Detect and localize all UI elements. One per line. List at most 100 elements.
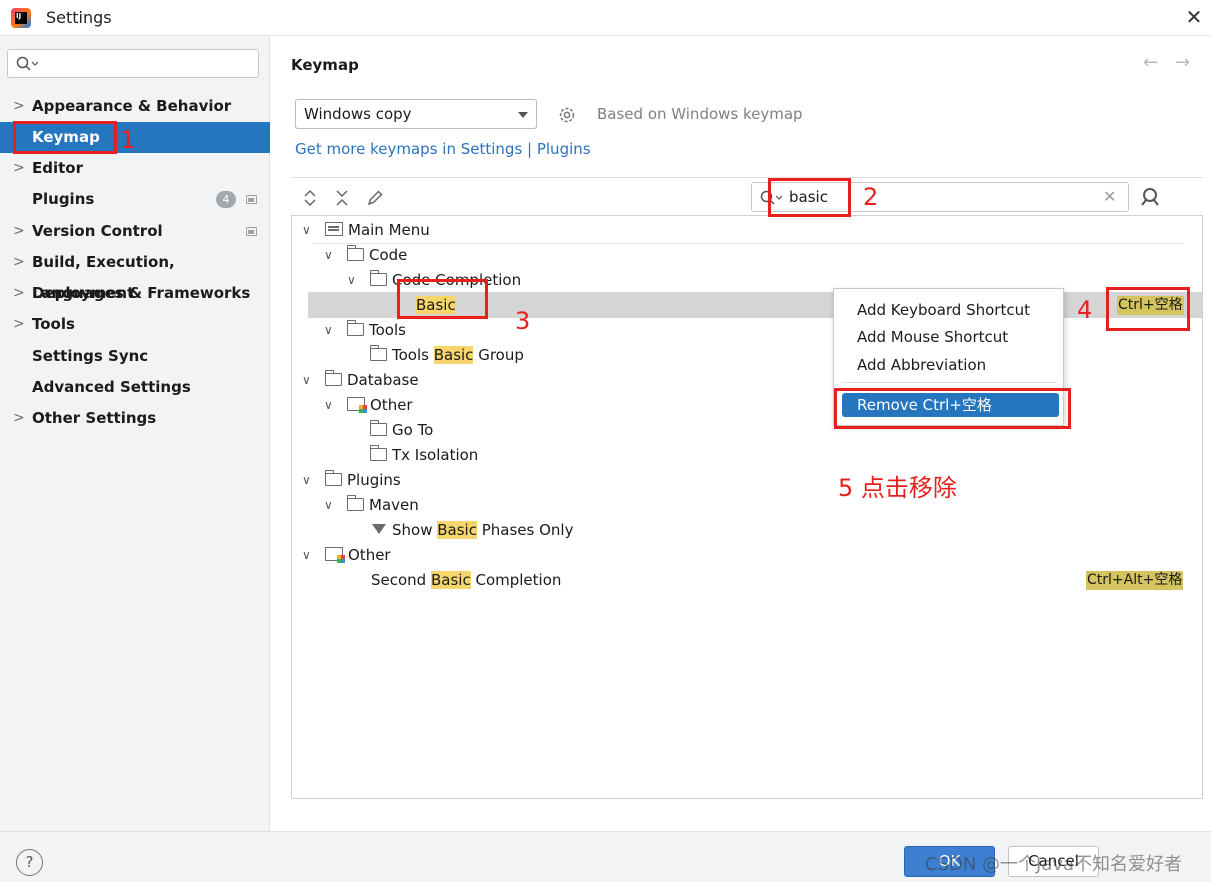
chevron-right-icon: > <box>13 160 25 176</box>
second-basic-shortcut-badge: Ctrl+Alt+空格 <box>1086 571 1184 590</box>
get-more-keymaps-link[interactable]: Get more keymaps in Settings | Plugins <box>295 140 591 158</box>
chevron-right-icon: > <box>13 410 25 426</box>
tree-node-label: Tx Isolation <box>392 446 479 464</box>
tree-node-show-basic-phases[interactable]: Show Basic Phases Only <box>372 518 573 543</box>
tree-node-label: Other <box>348 546 391 564</box>
tree-node-label: Code <box>369 246 408 264</box>
folder-icon <box>346 495 364 511</box>
sidebar-item-settings-sync[interactable]: Settings Sync <box>0 341 270 372</box>
tree-node-maven[interactable]: ∨ Maven <box>324 493 419 518</box>
edit-pencil-icon[interactable] <box>365 188 385 208</box>
tree-node-tools-basic-group[interactable]: Tools Basic Group <box>369 343 524 368</box>
chevron-down-icon: ∨ <box>324 398 333 412</box>
clear-search-icon[interactable]: ✕ <box>1103 187 1116 206</box>
tree-node-other[interactable]: ∨ Other <box>302 543 391 568</box>
sidebar-item-label: Editor <box>32 159 83 177</box>
match-highlight: Basic <box>433 346 474 364</box>
sidebar-item-label: Tools <box>32 315 75 333</box>
back-arrow-icon[interactable]: ← <box>1143 52 1158 73</box>
plugin-group-icon <box>347 397 367 413</box>
forward-arrow-icon[interactable]: → <box>1175 52 1190 73</box>
keymap-panel: Keymap ← → Windows copy Based on Windows… <box>271 36 1211 831</box>
tree-node-second-basic-completion[interactable]: Second Basic Completion <box>371 568 561 593</box>
chevron-down-icon: ∨ <box>302 373 311 387</box>
title-bar: IJ Settings ✕ <box>0 0 1211 36</box>
filter-icon <box>372 524 386 534</box>
sidebar-item-plugins[interactable]: Plugins 4 <box>0 184 270 215</box>
menu-item-add-mouse-shortcut[interactable]: Add Mouse Shortcut <box>857 328 1008 346</box>
tree-node-label: Database <box>347 371 419 389</box>
dialog-footer: ? OK Cancel CSDN @一个Java不知名爱好者 <box>0 831 1211 882</box>
tree-node-plugins[interactable]: ∨ Plugins <box>302 468 401 493</box>
chevron-right-icon: > <box>13 285 25 301</box>
tree-node-database[interactable]: ∨ Database <box>302 368 419 393</box>
tree-node-label: Tools <box>392 346 434 364</box>
match-highlight: Basic <box>430 571 471 589</box>
sidebar-item-label: Appearance & Behavior <box>32 97 232 115</box>
chevron-right-icon: > <box>13 223 25 239</box>
page-title: Keymap <box>291 56 359 74</box>
folder-icon <box>324 470 342 486</box>
tree-node-go-to[interactable]: Go To <box>369 418 433 443</box>
project-settings-icon <box>246 195 257 204</box>
chevron-down-icon: ∨ <box>302 223 311 237</box>
tree-node-main-menu[interactable]: ∨ Main Menu <box>302 218 430 243</box>
toolbar-divider <box>291 177 1203 178</box>
plugin-group-icon <box>325 547 345 563</box>
annotation-box-keymap <box>13 121 117 154</box>
folder-icon <box>369 445 387 461</box>
sidebar-item-advanced[interactable]: Advanced Settings <box>0 372 270 403</box>
annotation-number-4: 4 <box>1077 296 1093 324</box>
keymap-select-value: Windows copy <box>304 105 412 123</box>
annotation-number-1: 1 <box>120 126 136 154</box>
sidebar-item-label: Version Control <box>32 222 163 240</box>
folder-icon <box>346 245 364 261</box>
sidebar-item-label: Plugins <box>32 190 95 208</box>
menu-item-add-abbreviation[interactable]: Add Abbreviation <box>857 356 986 374</box>
chevron-down-icon <box>518 112 528 118</box>
tree-node-label: Show <box>392 521 438 539</box>
tree-node-other-database[interactable]: ∨ Other <box>324 393 413 418</box>
sidebar-item-label: Settings Sync <box>32 347 149 365</box>
sidebar-item-other-settings[interactable]: > Other Settings <box>0 403 270 434</box>
match-highlight: Basic <box>437 521 477 539</box>
tree-node-label: Main Menu <box>348 221 430 239</box>
annotation-box-search <box>768 178 851 217</box>
tree-node-code[interactable]: ∨ Code <box>324 243 407 268</box>
folder-icon <box>369 420 387 436</box>
close-icon[interactable]: ✕ <box>1184 6 1204 28</box>
chevron-down-icon: ∨ <box>324 248 333 262</box>
annotation-box-basic <box>397 279 488 319</box>
help-icon[interactable]: ? <box>16 849 43 876</box>
expand-all-icon[interactable] <box>300 188 320 208</box>
sidebar-search-input[interactable] <box>7 49 259 78</box>
intellij-app-icon: IJ <box>11 8 31 28</box>
annotation-box-shortcut <box>1106 287 1190 331</box>
find-by-shortcut-icon[interactable] <box>1140 186 1162 208</box>
sidebar-item-appearance[interactable]: > Appearance & Behavior <box>0 91 270 122</box>
tree-node-label: Group <box>473 346 524 364</box>
chevron-down-icon: ∨ <box>302 548 311 562</box>
project-settings-icon <box>246 227 257 236</box>
tree-node-label: Completion <box>470 571 562 589</box>
sidebar-item-languages[interactable]: > Languages & Frameworks <box>0 278 270 309</box>
window-title: Settings <box>46 8 112 27</box>
annotation-step-5: 5 点击移除 <box>838 474 957 502</box>
tree-node-label: Second <box>371 571 431 589</box>
annotation-number-3: 3 <box>515 307 531 335</box>
tree-node-tools[interactable]: ∨ Tools <box>324 318 406 343</box>
tree-node-tx-isolation[interactable]: Tx Isolation <box>369 443 479 468</box>
sidebar-item-version-control[interactable]: > Version Control <box>0 216 270 247</box>
folder-icon <box>346 320 364 336</box>
keymap-select[interactable]: Windows copy <box>295 99 537 129</box>
sidebar-item-editor[interactable]: > Editor <box>0 153 270 184</box>
menu-item-add-keyboard-shortcut[interactable]: Add Keyboard Shortcut <box>857 301 1030 319</box>
annotation-number-2: 2 <box>863 183 879 211</box>
tree-divider <box>312 243 1184 244</box>
sidebar-item-tools[interactable]: > Tools <box>0 309 270 340</box>
gear-icon[interactable] <box>557 105 577 125</box>
sidebar-item-build[interactable]: > Build, Execution, Deployment <box>0 247 270 302</box>
collapse-all-icon[interactable] <box>332 188 352 208</box>
search-icon <box>16 56 38 71</box>
chevron-down-icon: ∨ <box>324 498 333 512</box>
